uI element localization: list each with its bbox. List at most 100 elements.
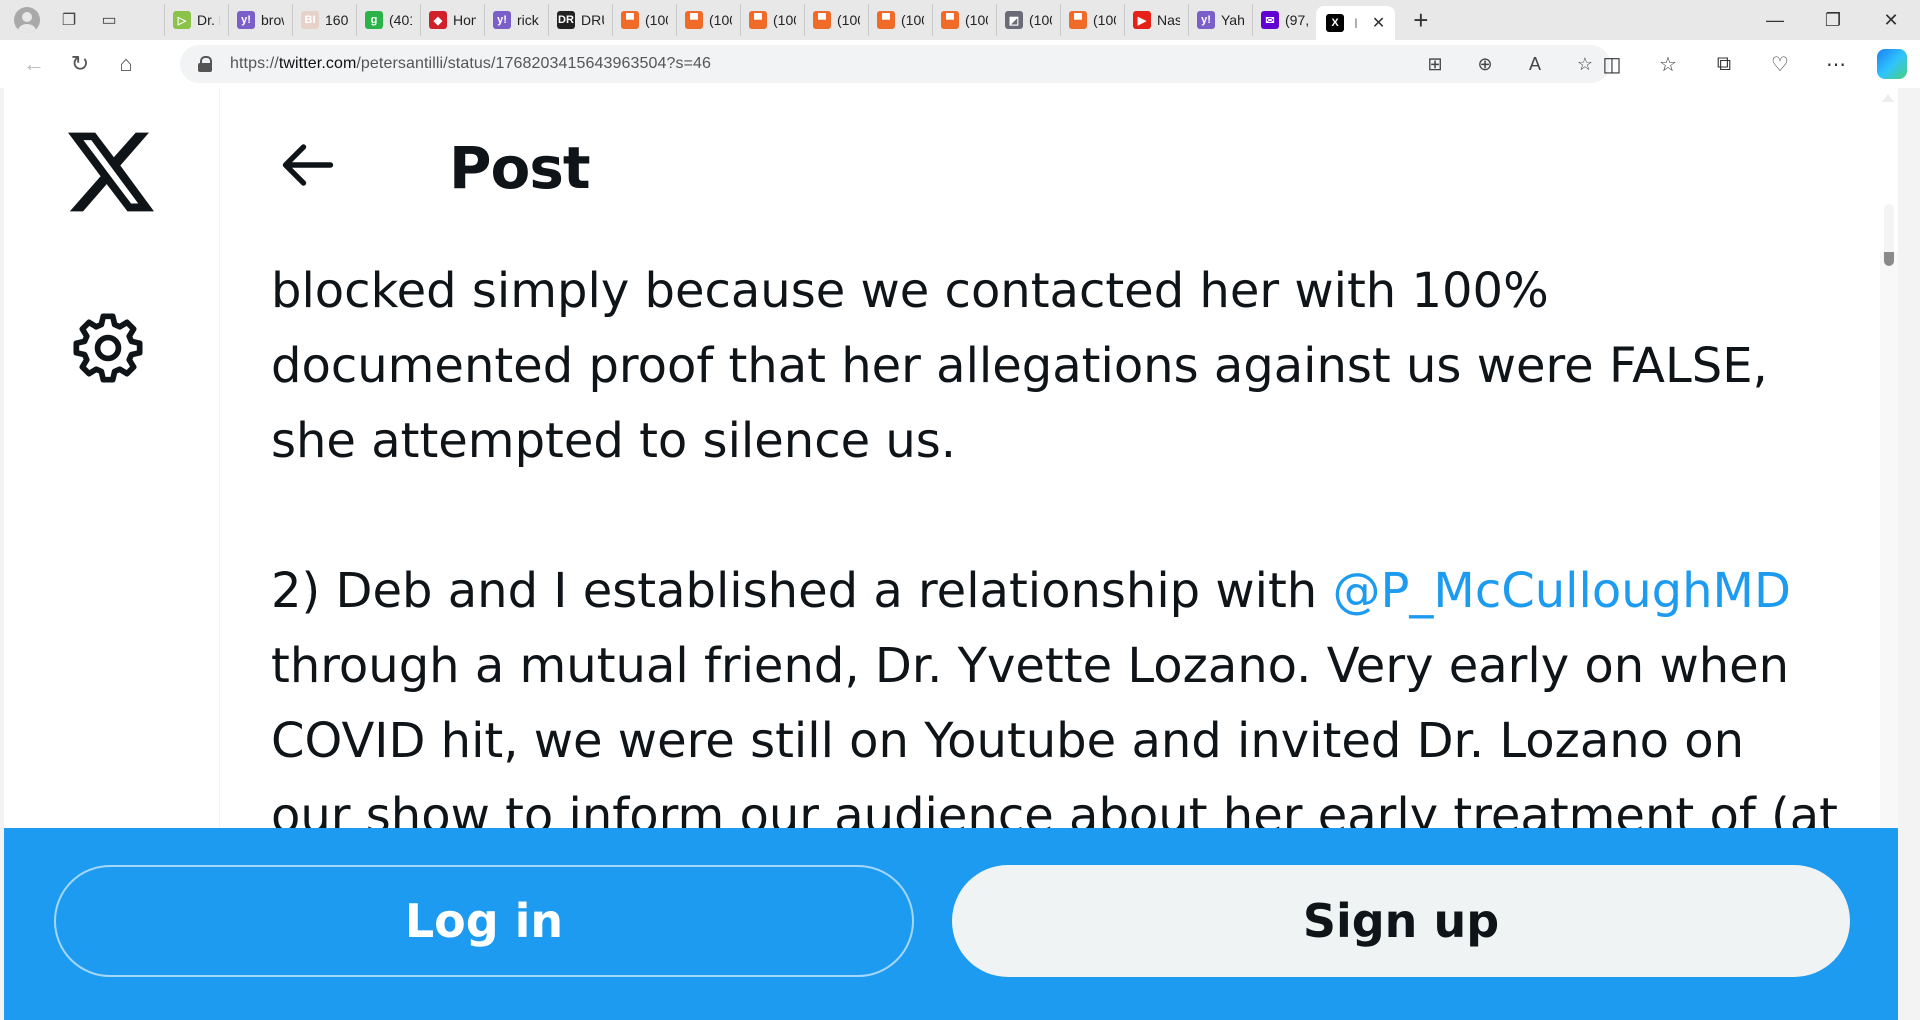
tab-favicon-icon: ✉	[1261, 11, 1279, 29]
tab-favicon-icon: y!	[237, 11, 255, 29]
tab-favicon-icon: BI	[301, 11, 319, 29]
browser-tab[interactable]: BI 160 P	[292, 4, 356, 36]
browser-right-actions: ◫ ☆ ⧉ ♡ ⋯	[1584, 40, 1920, 88]
tab-strip: ▷ Dr. N y! brow BI 160 P g (4016 ◆ Home y! rick b DR…	[164, 0, 1396, 40]
x-logo-icon[interactable]	[68, 132, 154, 212]
back-nav-icon[interactable]: ←	[14, 44, 54, 84]
tweet-line: 2) Deb and I established a relationship …	[271, 554, 1841, 629]
browser-tab[interactable]: ▀ (100)	[740, 4, 804, 36]
tab-favicon-icon: ◆	[429, 11, 447, 29]
address-bar-actions: ⊞ ⊕ A ☆	[1410, 45, 1610, 83]
app-available-icon[interactable]: ⊞	[1410, 54, 1460, 75]
web-page: Post blocked simply because we contacted…	[4, 88, 1898, 1020]
tab-title: Home	[453, 12, 476, 28]
copilot-icon[interactable]	[1877, 49, 1907, 79]
browser-tab[interactable]: g (4016	[356, 4, 420, 36]
restore-icon[interactable]: ❐	[1804, 0, 1862, 40]
tab-title: (100)	[965, 12, 988, 28]
browser-tab[interactable]: y! rick b	[484, 4, 548, 36]
more-menu-icon[interactable]: ⋯	[1808, 52, 1864, 77]
read-aloud-icon[interactable]: A	[1510, 54, 1560, 75]
workspaces-icon[interactable]: ❐	[58, 9, 80, 31]
home-icon[interactable]: ⌂	[106, 44, 146, 84]
tab-title: 160 P	[325, 12, 348, 28]
x-favicon-icon: X	[1326, 14, 1344, 32]
tab-title: (97,1	[1285, 12, 1308, 28]
browser-tab-active[interactable]: X I ✕	[1316, 6, 1396, 40]
minimize-icon[interactable]: —	[1746, 0, 1804, 40]
tweet-line: she attempted to silence us.	[271, 413, 957, 469]
tab-actions-icon[interactable]: ▭	[98, 9, 120, 31]
tab-title: rick b	[517, 12, 540, 28]
browser-tab[interactable]: ▀ (100)	[612, 4, 676, 36]
browser-toolbar: ← ↻ ⌂ https://twitter.com/petersantilli/…	[0, 40, 1920, 88]
tab-favicon-icon: ▀	[877, 11, 895, 29]
tab-title: (100)	[901, 12, 924, 28]
page-title: Post	[449, 134, 591, 202]
browser-tab[interactable]: ◆ Home	[420, 4, 484, 36]
new-tab-button[interactable]: +	[1413, 5, 1428, 36]
tab-favicon-icon: y!	[493, 11, 511, 29]
tab-favicon-icon: ▶	[1133, 11, 1151, 29]
tab-title: Dr. N	[197, 12, 220, 28]
signup-button[interactable]: Sign up	[952, 865, 1850, 977]
tab-title: (100)	[837, 12, 860, 28]
tab-title: (100)	[645, 12, 668, 28]
browser-tab[interactable]: y! Yaho	[1188, 4, 1252, 36]
browser-tab[interactable]: ▶ Nas -	[1124, 4, 1188, 36]
tab-favicon-icon: ▀	[1069, 11, 1087, 29]
browser-tab[interactable]: DR DRUD	[548, 4, 612, 36]
tab-favicon-icon: ▀	[941, 11, 959, 29]
tab-favicon-icon: ▀	[685, 11, 703, 29]
tweet-text: blocked simply because we contacted her …	[271, 254, 1841, 854]
browser-tab[interactable]: ✉ (97,1	[1252, 4, 1316, 36]
settings-gear-icon[interactable]	[70, 310, 146, 386]
collections-icon[interactable]: ⧉	[1696, 53, 1752, 76]
refresh-icon[interactable]: ↻	[60, 44, 100, 84]
tab-favicon-icon: ◩	[1005, 11, 1023, 29]
tab-title: Nas -	[1157, 12, 1180, 28]
url-text[interactable]: https://twitter.com/petersantilli/status…	[230, 55, 711, 73]
lock-icon[interactable]	[198, 56, 212, 72]
browser-tab[interactable]: ▀ (100)	[932, 4, 996, 36]
zoom-icon[interactable]: ⊕	[1460, 54, 1510, 75]
browser-essentials-icon[interactable]: ♡	[1752, 52, 1808, 77]
tweet-line-text: 2) Deb and I established a relationship …	[271, 563, 1333, 619]
browser-tab-bar: ❐ ▭ ▷ Dr. N y! brow BI 160 P g (4016 ◆ Home y! rick…	[0, 0, 1920, 40]
mention-link[interactable]: @P_McCulloughMD	[1332, 563, 1790, 619]
tab-favicon-icon: g	[365, 11, 383, 29]
split-screen-icon[interactable]: ◫	[1584, 52, 1640, 77]
tab-title: brow	[261, 12, 284, 28]
favorites-icon[interactable]: ☆	[1640, 52, 1696, 77]
tab-favicon-icon: ▀	[813, 11, 831, 29]
tab-title: Yaho	[1221, 12, 1244, 28]
close-tab-icon[interactable]: ✕	[1372, 13, 1385, 33]
post-header: Post	[221, 88, 1898, 252]
tab-title: (4016	[389, 12, 412, 28]
tab-title: (100)	[1029, 12, 1052, 28]
window-controls: — ❐ ✕	[1746, 0, 1920, 40]
back-arrow-icon[interactable]	[281, 142, 335, 188]
browser-tab[interactable]: ▀ (100)	[804, 4, 868, 36]
tab-title: (100)	[1093, 12, 1116, 28]
address-bar[interactable]: https://twitter.com/petersantilli/status…	[180, 45, 1610, 83]
profile-icon[interactable]	[14, 7, 40, 33]
tweet-line: COVID hit, we were still on Youtube and …	[271, 713, 1745, 769]
browser-tab[interactable]: ▀ (100)	[868, 4, 932, 36]
login-button[interactable]: Log in	[54, 865, 914, 977]
close-window-icon[interactable]: ✕	[1862, 0, 1920, 40]
tab-title: (100)	[709, 12, 732, 28]
tab-title: (100)	[773, 12, 796, 28]
browser-left-controls: ❐ ▭	[0, 0, 164, 40]
tab-favicon-icon: ▀	[621, 11, 639, 29]
browser-tab[interactable]: ▀ (100)	[1060, 4, 1124, 36]
tab-favicon-icon: ▷	[173, 11, 191, 29]
tab-title: DRUD	[581, 12, 604, 28]
tweet-line: documented proof that her allegations ag…	[271, 338, 1768, 394]
browser-tab[interactable]: ▀ (100)	[676, 4, 740, 36]
tab-favicon-icon: ▀	[749, 11, 767, 29]
browser-tab[interactable]: y! brow	[228, 4, 292, 36]
browser-tab[interactable]: ▷ Dr. N	[164, 4, 228, 36]
browser-tab[interactable]: ◩ (100)	[996, 4, 1060, 36]
tweet-line: through a mutual friend, Dr. Yvette Loza…	[271, 638, 1790, 694]
